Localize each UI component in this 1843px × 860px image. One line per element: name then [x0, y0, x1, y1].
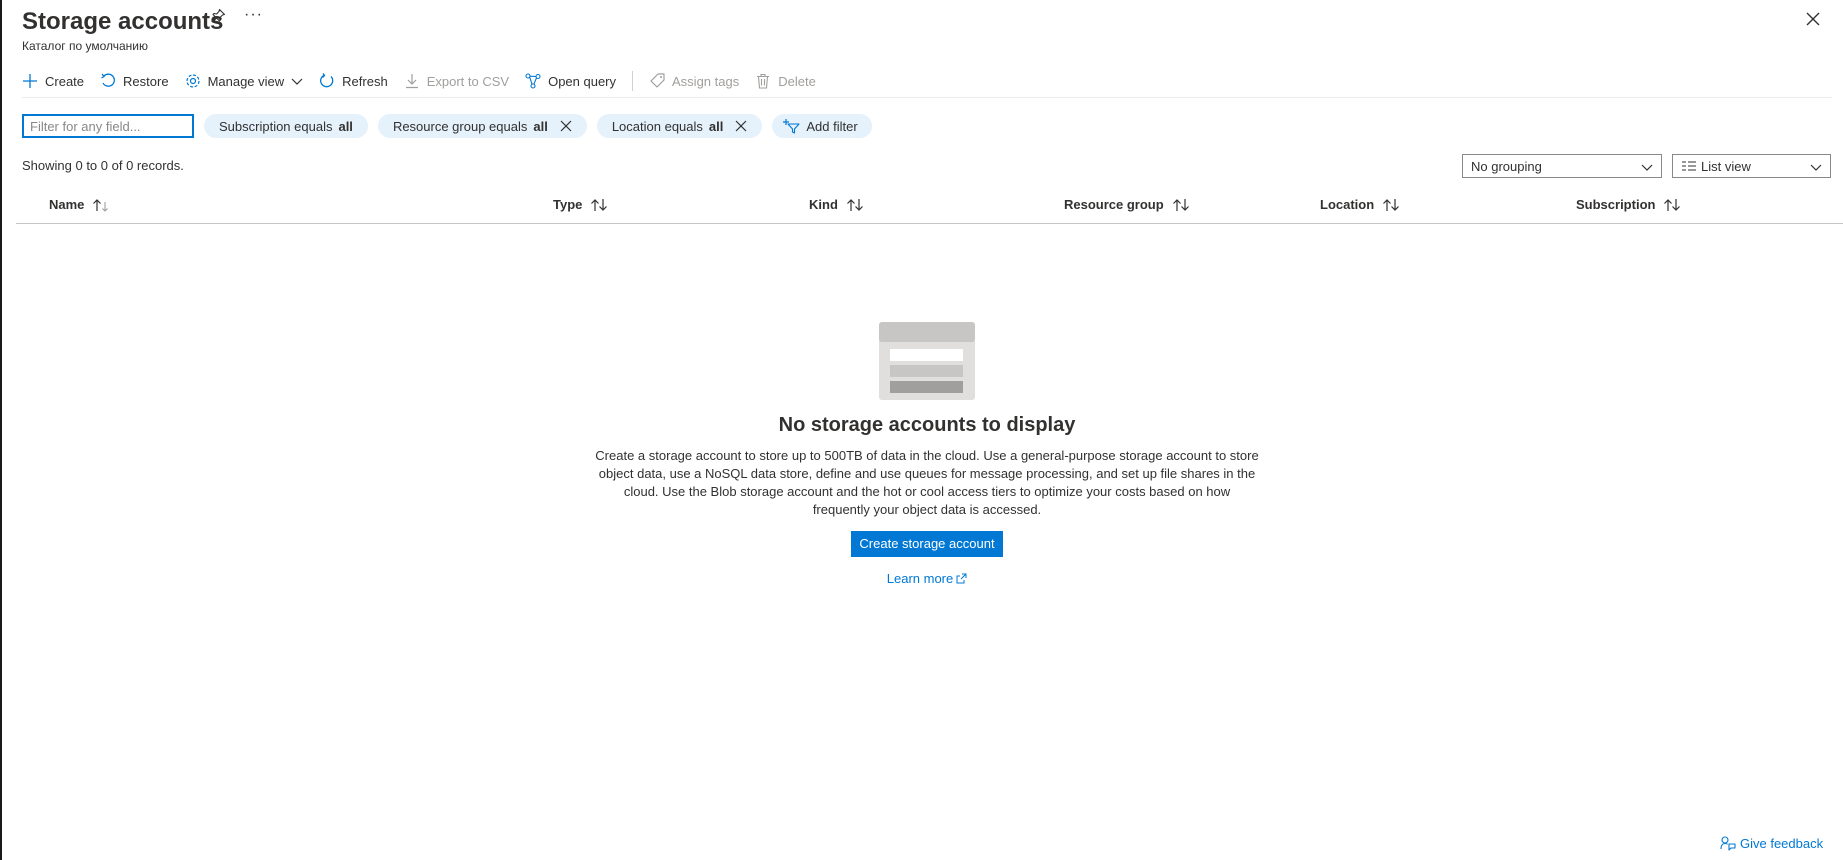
resource-group-filter-label: Resource group equals — [392, 118, 528, 134]
records-count: Showing 0 to 0 of 0 records. — [22, 158, 184, 173]
learn-more-link[interactable]: Learn more — [590, 571, 1264, 586]
column-header-name[interactable]: Name — [49, 197, 110, 212]
filter-input[interactable] — [22, 114, 194, 138]
more-options-button[interactable]: ··· — [244, 6, 263, 24]
sort-icon — [1383, 198, 1400, 211]
subscription-filter-label: Subscription equals — [219, 118, 333, 134]
location-filter-label: Location equals — [611, 118, 703, 134]
empty-description: Create a storage account to store up to … — [595, 448, 1259, 517]
subscription-filter-pill[interactable]: Subscription equals all — [204, 114, 368, 138]
location-filter-pill[interactable]: Location equals all — [596, 114, 763, 138]
gear-icon — [185, 74, 200, 88]
plus-icon — [23, 74, 37, 88]
column-header-type[interactable]: Type — [553, 197, 608, 212]
column-subscription-label: Subscription — [1576, 197, 1656, 212]
assign-tags-label: Assign tags — [672, 73, 740, 89]
column-header-subscription[interactable]: Subscription — [1576, 197, 1681, 212]
create-button[interactable]: Create — [22, 68, 84, 94]
trash-icon — [757, 73, 770, 89]
add-filter-button[interactable]: Add filter — [772, 114, 872, 138]
resource-group-filter-pill[interactable]: Resource group equals all — [377, 114, 587, 138]
manage-view-label: Manage view — [207, 73, 285, 89]
open-query-label: Open query — [548, 73, 617, 89]
sort-ascending-icon — [93, 198, 109, 212]
sort-icon — [846, 198, 863, 211]
restore-label: Restore — [123, 73, 169, 89]
assign-tags-button[interactable]: Assign tags — [649, 68, 739, 94]
add-filter-icon — [783, 119, 800, 134]
grid-header: Name Type Kind Resource group Location S… — [16, 194, 1843, 224]
page-header: Storage accounts Каталог по умолчанию — [22, 8, 223, 53]
resource-group-filter-value: all — [533, 118, 548, 134]
sort-icon — [591, 198, 608, 211]
subscription-filter-value: all — [338, 118, 353, 134]
external-link-icon — [956, 573, 967, 584]
close-icon[interactable] — [1806, 12, 1820, 31]
open-query-button[interactable]: Open query — [525, 68, 616, 94]
query-icon — [525, 73, 541, 89]
column-kind-label: Kind — [809, 197, 838, 212]
toolbar-divider — [632, 71, 634, 91]
page-subtitle: Каталог по умолчанию — [22, 39, 148, 53]
view-dropdown[interactable]: List view — [1672, 154, 1831, 178]
column-header-resource-group[interactable]: Resource group — [1064, 197, 1190, 212]
list-view-icon — [1682, 161, 1696, 171]
sort-icon — [1172, 198, 1189, 211]
command-bar: Create Restore Manage view Refresh Expor… — [22, 68, 832, 94]
grouping-value: No grouping — [1471, 158, 1542, 174]
feedback-icon — [1720, 836, 1736, 851]
empty-title: No storage accounts to display — [778, 414, 1076, 436]
download-icon — [405, 74, 418, 89]
remove-location-filter-icon[interactable] — [735, 120, 747, 132]
give-feedback-label: Give feedback — [1740, 835, 1824, 851]
create-label: Create — [45, 73, 85, 89]
location-filter-value: all — [708, 118, 724, 134]
page-title: Storage accounts — [22, 8, 224, 35]
view-value: List view — [1701, 158, 1751, 174]
learn-more-label: Learn more — [886, 571, 954, 586]
empty-table-icon — [879, 322, 975, 400]
chevron-down-icon — [1641, 164, 1653, 171]
window-edge — [0, 0, 2, 860]
restore-button[interactable]: Restore — [100, 68, 169, 94]
sort-icon — [1664, 198, 1681, 211]
column-name-label: Name — [49, 197, 85, 212]
toolbar-underline — [22, 97, 1832, 98]
chevron-down-icon — [1810, 164, 1822, 171]
column-location-label: Location — [1320, 197, 1375, 212]
refresh-button[interactable]: Refresh — [319, 68, 388, 94]
delete-label: Delete — [778, 73, 816, 89]
add-filter-label: Add filter — [806, 118, 858, 134]
delete-button[interactable]: Delete — [755, 68, 816, 94]
tag-icon — [650, 73, 665, 88]
create-storage-account-button[interactable]: Create storage account — [851, 531, 1003, 557]
empty-state: No storage accounts to display Create a … — [590, 322, 1264, 586]
restore-icon — [101, 73, 115, 87]
column-header-kind[interactable]: Kind — [809, 197, 864, 212]
column-header-location[interactable]: Location — [1320, 197, 1400, 212]
column-type-label: Type — [553, 197, 583, 212]
give-feedback-link[interactable]: Give feedback — [1720, 835, 1823, 851]
refresh-icon — [320, 73, 334, 88]
refresh-label: Refresh — [342, 73, 388, 89]
grouping-dropdown[interactable]: No grouping — [1462, 154, 1662, 178]
manage-view-button[interactable]: Manage view — [185, 68, 304, 94]
export-csv-button[interactable]: Export to CSV — [404, 68, 509, 94]
chevron-down-icon — [291, 78, 303, 85]
export-csv-label: Export to CSV — [426, 73, 510, 89]
filter-bar: Subscription equals all Resource group e… — [22, 114, 872, 138]
column-resource-group-label: Resource group — [1064, 197, 1164, 212]
pin-icon[interactable] — [210, 8, 226, 29]
remove-resource-group-filter-icon[interactable] — [560, 120, 572, 132]
